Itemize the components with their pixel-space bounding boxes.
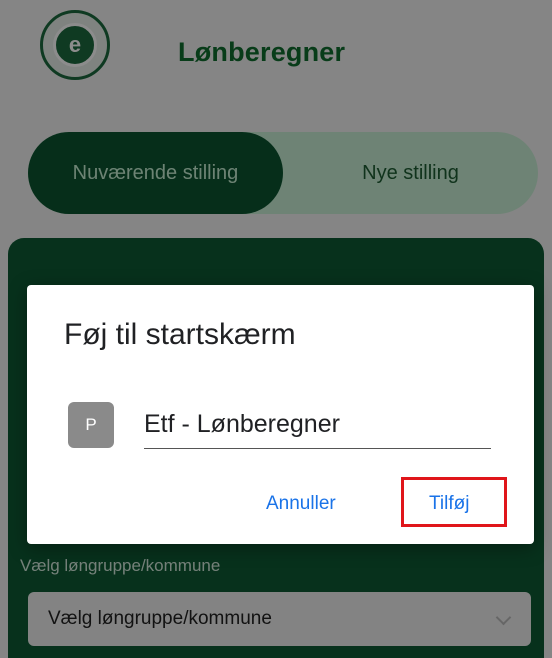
highlight-box (401, 477, 507, 527)
app-icon-letter: P (85, 415, 97, 434)
dialog-title: Føj til startskærm (64, 318, 296, 351)
shortcut-name-input[interactable] (144, 401, 491, 449)
cancel-button[interactable]: Annuller (266, 493, 336, 515)
add-to-home-dialog: Føj til startskærm P Annuller Tilføj (27, 285, 534, 544)
app-icon: P (68, 402, 114, 448)
